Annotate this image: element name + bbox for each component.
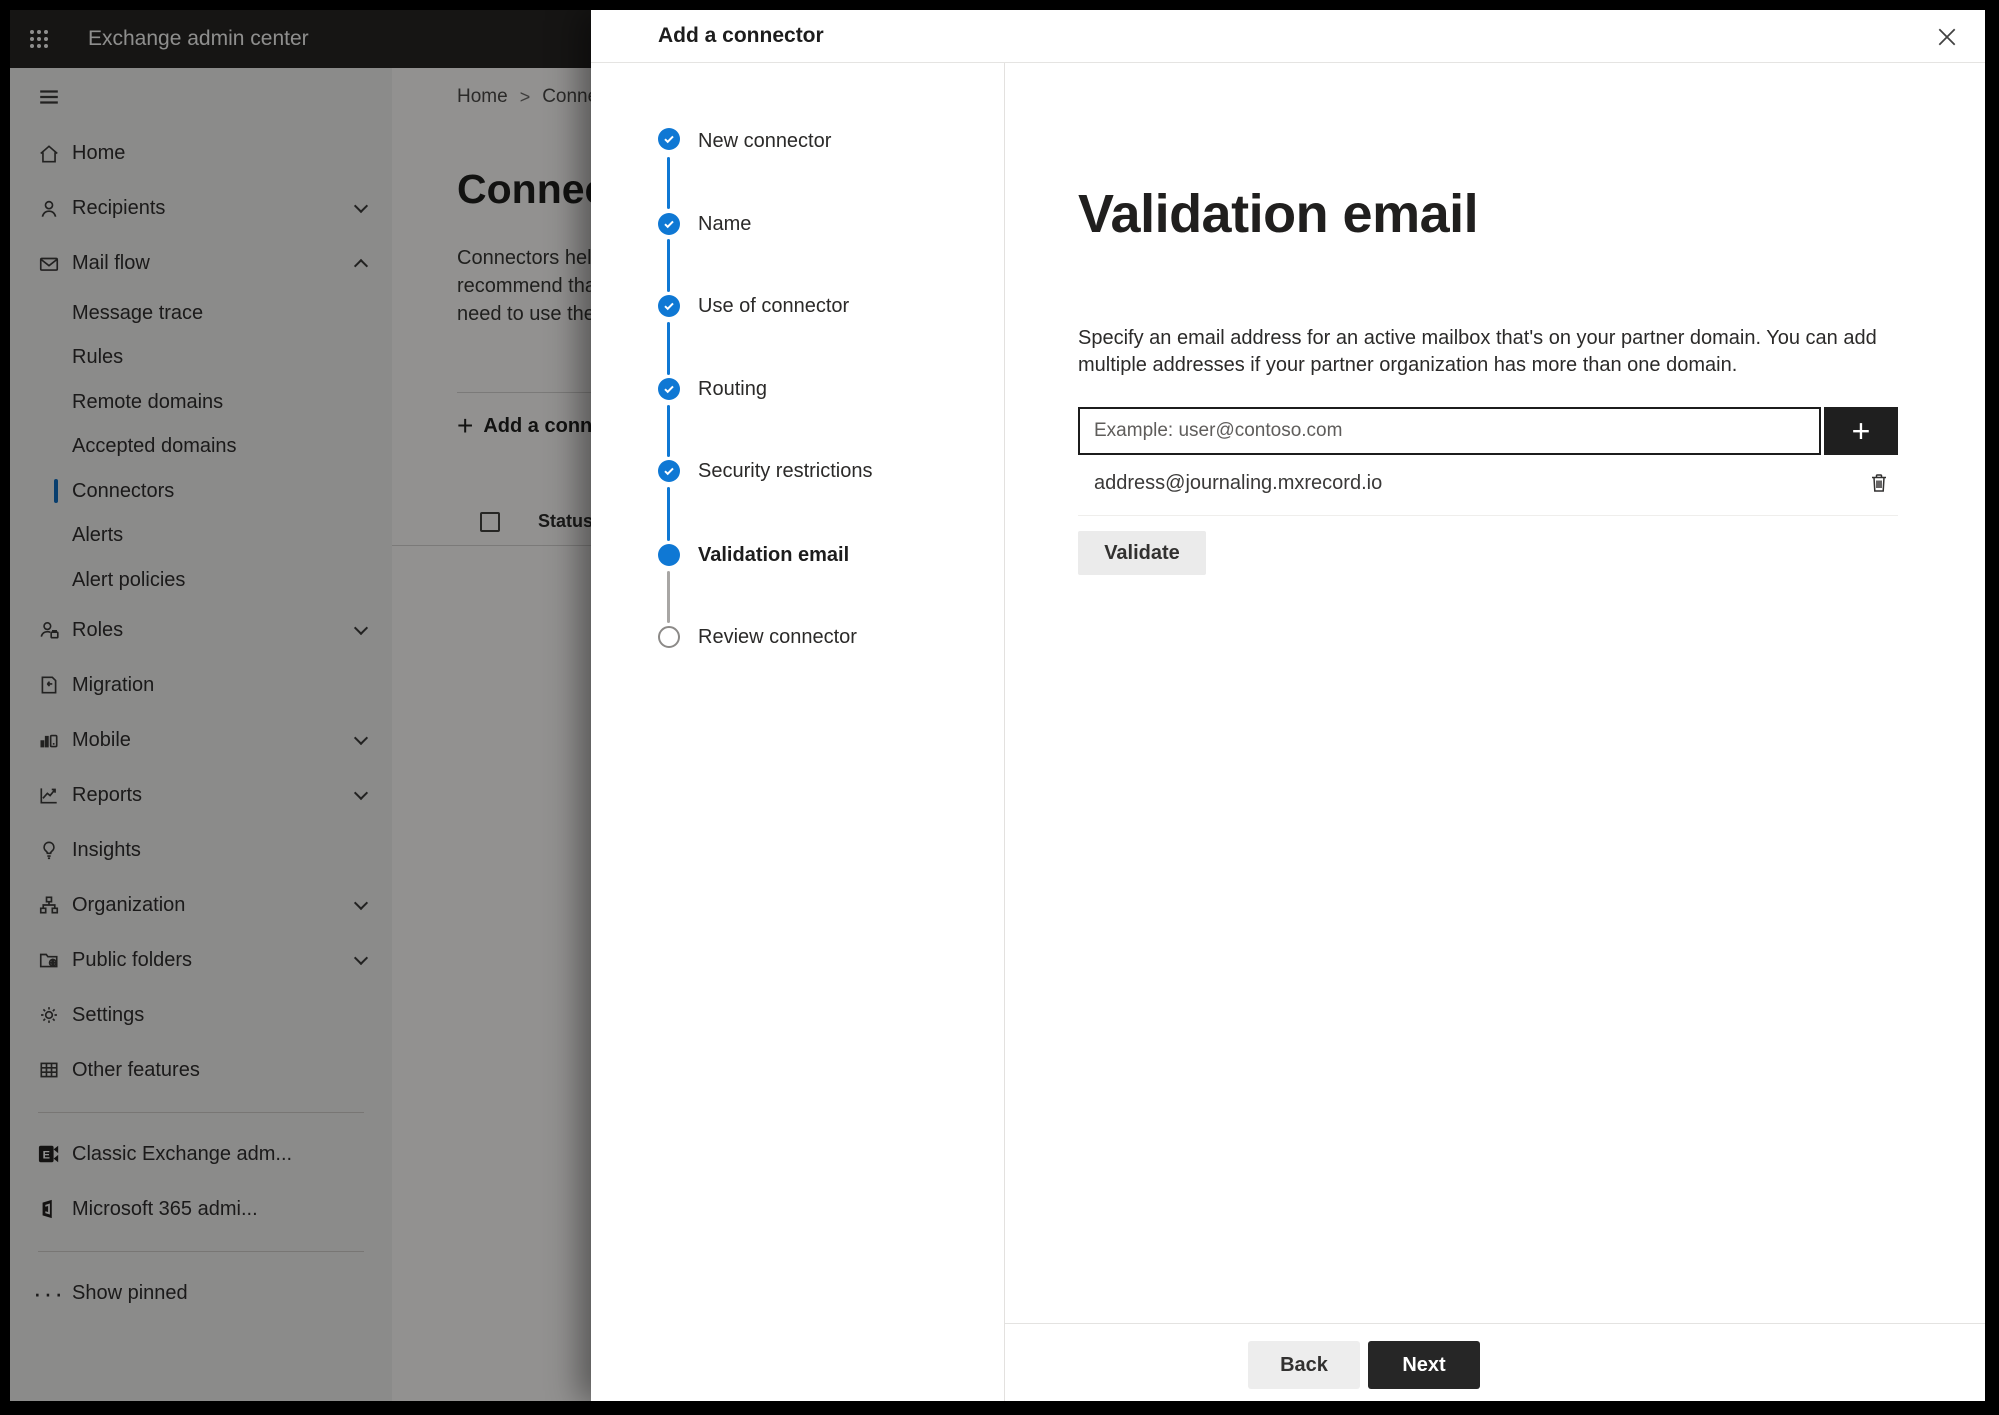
- back-button[interactable]: Back: [1248, 1341, 1360, 1389]
- step-label: New connector: [698, 129, 832, 152]
- step-label: Routing: [698, 377, 767, 400]
- step-completed-icon: [658, 128, 680, 150]
- close-button[interactable]: [1933, 23, 1961, 51]
- step-connector-line: [667, 322, 670, 375]
- wizard-content-panel: Validation email Specify an email addres…: [1005, 63, 1985, 1323]
- modal-header: Add a connector: [591, 10, 1985, 63]
- step-connector-line: [667, 405, 670, 457]
- next-button[interactable]: Next: [1368, 1341, 1480, 1389]
- step-completed-icon: [658, 213, 680, 235]
- step-label: Security restrictions: [698, 459, 873, 482]
- step-heading: Validation email: [1078, 184, 1479, 244]
- step-connector-line: [667, 157, 670, 209]
- validate-button[interactable]: Validate: [1078, 531, 1206, 575]
- step-description: Specify an email address for an active m…: [1078, 327, 1877, 376]
- step-label: Use of connector: [698, 294, 850, 317]
- step-connector-line: [667, 571, 670, 623]
- step-upcoming-icon: [658, 626, 680, 648]
- add-email-button[interactable]: +: [1824, 407, 1898, 455]
- email-address-row: address@journaling.mxrecord.io: [1078, 459, 1898, 507]
- trash-icon: [1867, 471, 1891, 495]
- step-current-icon: [658, 544, 680, 566]
- modal-footer: Back Next: [1005, 1323, 1985, 1401]
- modal-title: Add a connector: [658, 24, 824, 47]
- email-address-value: address@journaling.mxrecord.io: [1094, 471, 1383, 494]
- wizard-steps-panel: New connector Name Use of connector Rout…: [591, 63, 1005, 1401]
- step-connector-line: [667, 487, 670, 541]
- step-label: Review connector: [698, 625, 857, 648]
- delete-email-button[interactable]: [1864, 468, 1894, 498]
- step-completed-icon: [658, 295, 680, 317]
- step-label: Validation email: [698, 543, 850, 566]
- email-input-row: +: [1078, 407, 1898, 455]
- divider: [1078, 515, 1898, 516]
- step-connector-line: [667, 239, 670, 292]
- close-icon: [1936, 26, 1958, 48]
- validation-email-input[interactable]: [1078, 407, 1821, 455]
- desktop: Exchange admin center Home Recipients Ma…: [10, 10, 1985, 1401]
- add-connector-modal: Add a connector New connector Name Use o…: [591, 10, 1985, 1401]
- step-label: Name: [698, 212, 752, 235]
- step-completed-icon: [658, 460, 680, 482]
- step-completed-icon: [658, 378, 680, 400]
